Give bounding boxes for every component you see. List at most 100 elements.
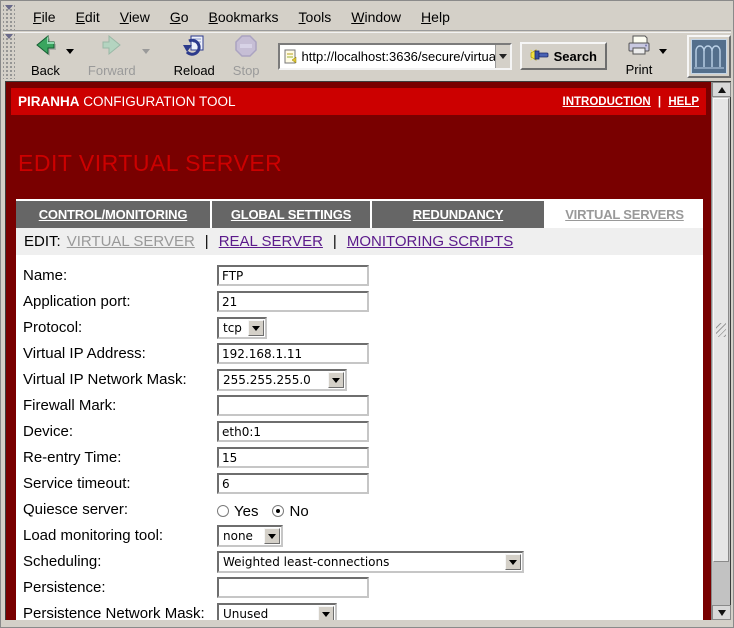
firewall-mark-label: Firewall Mark: <box>23 394 116 418</box>
device-label: Device: <box>23 420 73 444</box>
form-row-service-timeout: Service timeout: <box>16 472 703 498</box>
vertical-scrollbar[interactable] <box>711 82 730 620</box>
quiesce-yes-radio[interactable] <box>217 505 229 517</box>
subnav-prefix: EDIT: <box>24 233 61 250</box>
menu-file[interactable]: File <box>23 6 66 28</box>
print-label: Print <box>626 62 653 77</box>
persistence-input[interactable] <box>217 577 369 598</box>
mozilla-logo-icon <box>691 39 727 74</box>
virtual-ip-mask-select[interactable]: 255.255.255.0 <box>217 369 347 391</box>
mozilla-logo-button[interactable] <box>687 35 731 78</box>
quiesce-radio-group: Yes No <box>217 499 323 523</box>
search-button[interactable]: Search <box>520 42 607 70</box>
menu-tools[interactable]: Tools <box>289 6 342 28</box>
virtual-ip-label: Virtual IP Address: <box>23 342 146 366</box>
virtual-ip-input[interactable] <box>217 343 369 364</box>
introduction-link[interactable]: INTRODUCTION <box>563 96 651 108</box>
header-links: INTRODUCTION | HELP <box>563 96 699 108</box>
menu-view[interactable]: View <box>110 6 160 28</box>
protocol-label: Protocol: <box>23 316 82 340</box>
form-row-quiesce-server: Quiesce server: Yes No <box>16 498 703 524</box>
reload-icon <box>182 35 206 62</box>
back-dropdown-arrow[interactable] <box>66 49 74 54</box>
virtual-ip-mask-label: Virtual IP Network Mask: <box>23 368 187 392</box>
page-proxy-icon <box>283 48 298 65</box>
scrollbar-thumb[interactable] <box>713 98 729 562</box>
piranha-header-bar: PIRANHA CONFIGURATION TOOL INTRODUCTION … <box>11 88 706 115</box>
flashlight-icon <box>530 47 550 65</box>
browser-viewport: PIRANHA CONFIGURATION TOOL INTRODUCTION … <box>5 81 731 621</box>
load-monitoring-label: Load monitoring tool: <box>23 524 163 548</box>
scheduling-value: Weighted least-connections <box>219 555 505 569</box>
name-label: Name: <box>23 264 67 288</box>
forward-icon <box>99 35 125 62</box>
device-input[interactable] <box>217 421 369 442</box>
reentry-time-label: Re-entry Time: <box>23 446 121 470</box>
back-label: Back <box>31 63 60 78</box>
quiesce-yes-label: Yes <box>234 503 258 520</box>
reentry-time-input[interactable] <box>217 447 369 468</box>
persistence-mask-select[interactable]: Unused <box>217 603 337 620</box>
tab-redundancy[interactable]: REDUNDANCY <box>372 201 544 228</box>
reload-button[interactable]: Reload <box>170 34 219 78</box>
menu-help[interactable]: Help <box>411 6 460 28</box>
quiesce-server-label: Quiesce server: <box>23 498 128 522</box>
application-port-input[interactable] <box>217 291 369 312</box>
piranha-brand: PIRANHA CONFIGURATION TOOL <box>18 94 236 109</box>
back-button[interactable]: Back <box>27 34 64 78</box>
toolbar-grip-handle[interactable] <box>3 33 15 79</box>
firewall-mark-input[interactable] <box>217 395 369 416</box>
quiesce-no-radio[interactable] <box>272 505 284 517</box>
service-timeout-input[interactable] <box>217 473 369 494</box>
stop-icon <box>234 35 258 62</box>
subnav-current-virtual-server: VIRTUAL SERVER <box>67 233 195 250</box>
stop-button[interactable]: Stop <box>229 34 264 78</box>
menu-window[interactable]: Window <box>341 6 411 28</box>
url-text: http://localhost:3636/secure/virtual_edi… <box>302 49 495 64</box>
menu-go[interactable]: Go <box>160 6 199 28</box>
forward-label: Forward <box>88 63 136 78</box>
form-row-virtual-ip-mask: Virtual IP Network Mask: 255.255.255.0 <box>16 368 703 394</box>
url-dropdown-button[interactable] <box>495 45 510 68</box>
printer-icon <box>625 35 653 62</box>
load-monitoring-value: none <box>219 529 264 543</box>
link-separator: | <box>658 96 661 108</box>
navigation-toolbar: Back Forward Reload <box>3 32 731 79</box>
name-input[interactable] <box>217 265 369 286</box>
print-button[interactable]: Print <box>625 35 653 77</box>
persistence-mask-label: Persistence Network Mask: <box>23 602 205 620</box>
menu-bar: File Edit View Go Bookmarks Tools Window… <box>3 4 731 31</box>
form-row-reentry-time: Re-entry Time: <box>16 446 703 472</box>
scheduling-select[interactable]: Weighted least-connections <box>217 551 524 573</box>
forward-button[interactable]: Forward <box>84 34 140 78</box>
tab-control-monitoring[interactable]: CONTROL/MONITORING <box>16 201 210 228</box>
forward-dropdown-arrow[interactable] <box>142 49 150 54</box>
form-row-name: Name: <box>16 264 703 290</box>
tab-virtual-servers[interactable]: VIRTUAL SERVERS <box>546 201 703 228</box>
url-bar[interactable]: http://localhost:3636/secure/virtual_edi… <box>278 43 512 70</box>
scroll-down-button[interactable] <box>712 605 731 620</box>
tab-global-settings[interactable]: GLOBAL SETTINGS <box>212 201 370 228</box>
form-row-persistence-mask: Persistence Network Mask: Unused <box>16 602 703 620</box>
subnav-separator: | <box>205 233 209 250</box>
back-icon <box>32 35 58 62</box>
subnav-separator: | <box>333 233 337 250</box>
protocol-value: tcp <box>219 321 248 335</box>
form-row-persistence: Persistence: <box>16 576 703 602</box>
virtual-ip-mask-value: 255.255.255.0 <box>219 373 328 387</box>
real-server-link[interactable]: REAL SERVER <box>219 233 323 250</box>
quiesce-no-label: No <box>289 503 308 520</box>
search-label: Search <box>554 49 597 64</box>
menu-bookmarks[interactable]: Bookmarks <box>199 6 289 28</box>
protocol-select[interactable]: tcp <box>217 317 267 339</box>
print-dropdown-arrow[interactable] <box>659 49 667 54</box>
toolbar-grip-handle[interactable] <box>3 4 15 30</box>
help-link[interactable]: HELP <box>668 96 699 108</box>
load-monitoring-select[interactable]: none <box>217 525 283 547</box>
menu-edit[interactable]: Edit <box>66 6 110 28</box>
scroll-up-button[interactable] <box>712 82 731 97</box>
form-row-application-port: Application port: <box>16 290 703 316</box>
page-title: EDIT VIRTUAL SERVER <box>18 150 282 177</box>
monitoring-scripts-link[interactable]: MONITORING SCRIPTS <box>347 233 513 250</box>
tab-strip: CONTROL/MONITORING GLOBAL SETTINGS REDUN… <box>16 199 703 228</box>
